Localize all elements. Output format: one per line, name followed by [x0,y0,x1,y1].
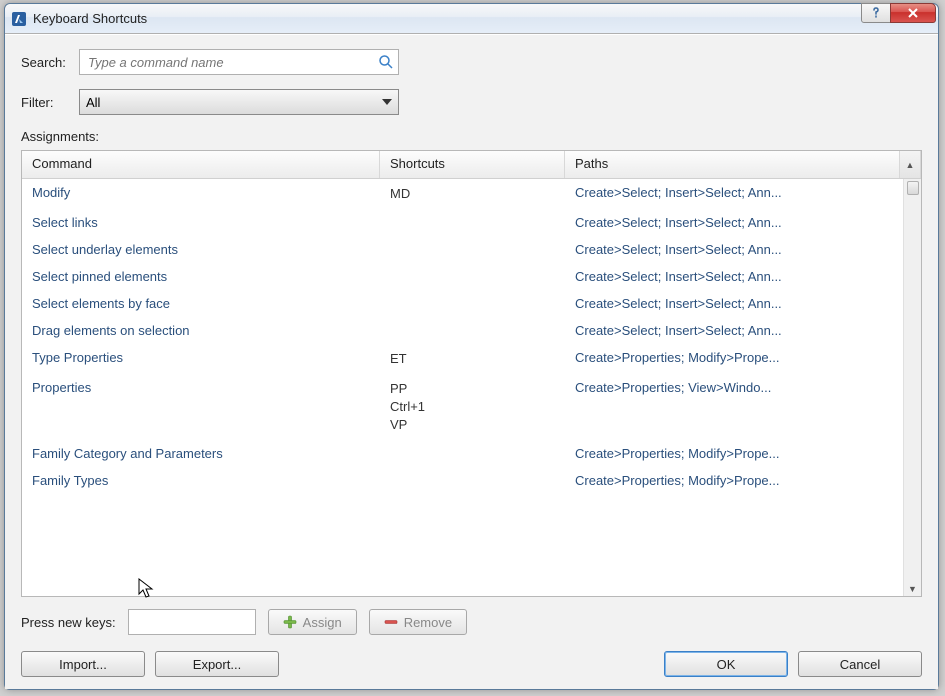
cell-paths: Create>Select; Insert>Select; Ann... [565,323,921,338]
cell-paths: Create>Select; Insert>Select; Ann... [565,269,921,284]
cell-command: Type Properties [22,350,380,368]
grid-header: Command Shortcuts Paths ▲ [22,151,921,179]
search-icon[interactable] [378,54,394,70]
cell-shortcuts: PPCtrl+1VP [380,380,565,434]
ok-button[interactable]: OK [664,651,788,677]
cell-command: Family Category and Parameters [22,446,380,461]
column-header-command[interactable]: Command [22,151,380,178]
window-title: Keyboard Shortcuts [33,11,934,26]
filter-dropdown[interactable]: All [79,89,399,115]
cell-shortcuts [380,296,565,311]
help-icon [870,7,882,19]
cell-command: Select pinned elements [22,269,380,284]
table-row[interactable]: PropertiesPPCtrl+1VPCreate>Properties; V… [22,374,921,440]
cancel-button[interactable]: Cancel [798,651,922,677]
dialog-content: Search: Filter: All Assignments: Command… [5,34,938,689]
cell-paths: Create>Properties; Modify>Prope... [565,473,921,488]
search-label: Search: [21,55,79,70]
table-row[interactable]: Family Types Create>Properties; Modify>Pr… [22,467,921,494]
cell-shortcuts: MD [380,185,565,203]
plus-icon [283,615,297,629]
chevron-down-icon [382,99,392,105]
table-row[interactable]: Select pinned elements Create>Select; Ins… [22,263,921,290]
press-keys-label: Press new keys: [21,615,116,630]
minus-icon [384,615,398,629]
scroll-up-icon[interactable]: ▲ [900,151,921,178]
new-keys-input[interactable] [128,609,256,635]
scrollbar-thumb[interactable] [907,181,919,195]
search-input[interactable] [88,55,378,70]
cell-paths: Create>Select; Insert>Select; Ann... [565,296,921,311]
search-field[interactable] [79,49,399,75]
table-row[interactable]: Select underlay elements Create>Select; I… [22,236,921,263]
cell-paths: Create>Properties; Modify>Prope... [565,446,921,461]
cell-command: Select links [22,215,380,230]
grid-body[interactable]: ModifyMDCreate>Select; Insert>Select; An… [22,179,921,596]
cell-command: Select underlay elements [22,242,380,257]
cell-paths: Create>Select; Insert>Select; Ann... [565,185,921,203]
table-row[interactable]: Select elements by face Create>Select; In… [22,290,921,317]
filter-label: Filter: [21,95,79,110]
app-icon [11,11,27,27]
cell-command: Modify [22,185,380,203]
cell-shortcuts [380,242,565,257]
cell-command: Family Types [22,473,380,488]
cell-paths: Create>Select; Insert>Select; Ann... [565,215,921,230]
cell-shortcuts [380,215,565,230]
keyboard-shortcuts-dialog: Keyboard Shortcuts Search: [4,3,939,690]
cell-shortcuts [380,473,565,488]
column-header-shortcuts[interactable]: Shortcuts [380,151,565,178]
table-row[interactable]: ModifyMDCreate>Select; Insert>Select; An… [22,179,921,209]
cell-shortcuts [380,269,565,284]
assign-button[interactable]: Assign [268,609,357,635]
cell-command: Drag elements on selection [22,323,380,338]
cell-paths: Create>Select; Insert>Select; Ann... [565,242,921,257]
table-row[interactable]: Select links Create>Select; Insert>Select… [22,209,921,236]
import-button[interactable]: Import... [21,651,145,677]
cell-command: Properties [22,380,380,434]
cell-shortcuts: ET [380,350,565,368]
scroll-down-icon[interactable]: ▼ [908,584,917,594]
cell-shortcuts [380,323,565,338]
cell-shortcuts [380,446,565,461]
titlebar[interactable]: Keyboard Shortcuts [5,4,938,34]
export-button[interactable]: Export... [155,651,279,677]
assignments-grid: Command Shortcuts Paths ▲ ModifyMDCreate… [21,150,922,597]
filter-value: All [86,95,100,110]
remove-button[interactable]: Remove [369,609,467,635]
column-header-paths[interactable]: Paths [565,151,900,178]
table-row[interactable]: Drag elements on selection Create>Select;… [22,317,921,344]
cell-command: Select elements by face [22,296,380,311]
table-row[interactable]: Type PropertiesETCreate>Properties; Modi… [22,344,921,374]
help-button[interactable] [861,3,891,23]
assignments-label: Assignments: [21,129,922,144]
close-icon [907,8,919,18]
vertical-scrollbar[interactable]: ▼ [903,179,921,596]
cell-paths: Create>Properties; Modify>Prope... [565,350,921,368]
table-row[interactable]: Family Category and Parameters Create>Pro… [22,440,921,467]
close-button[interactable] [890,3,936,23]
cell-paths: Create>Properties; View>Windo... [565,380,921,434]
